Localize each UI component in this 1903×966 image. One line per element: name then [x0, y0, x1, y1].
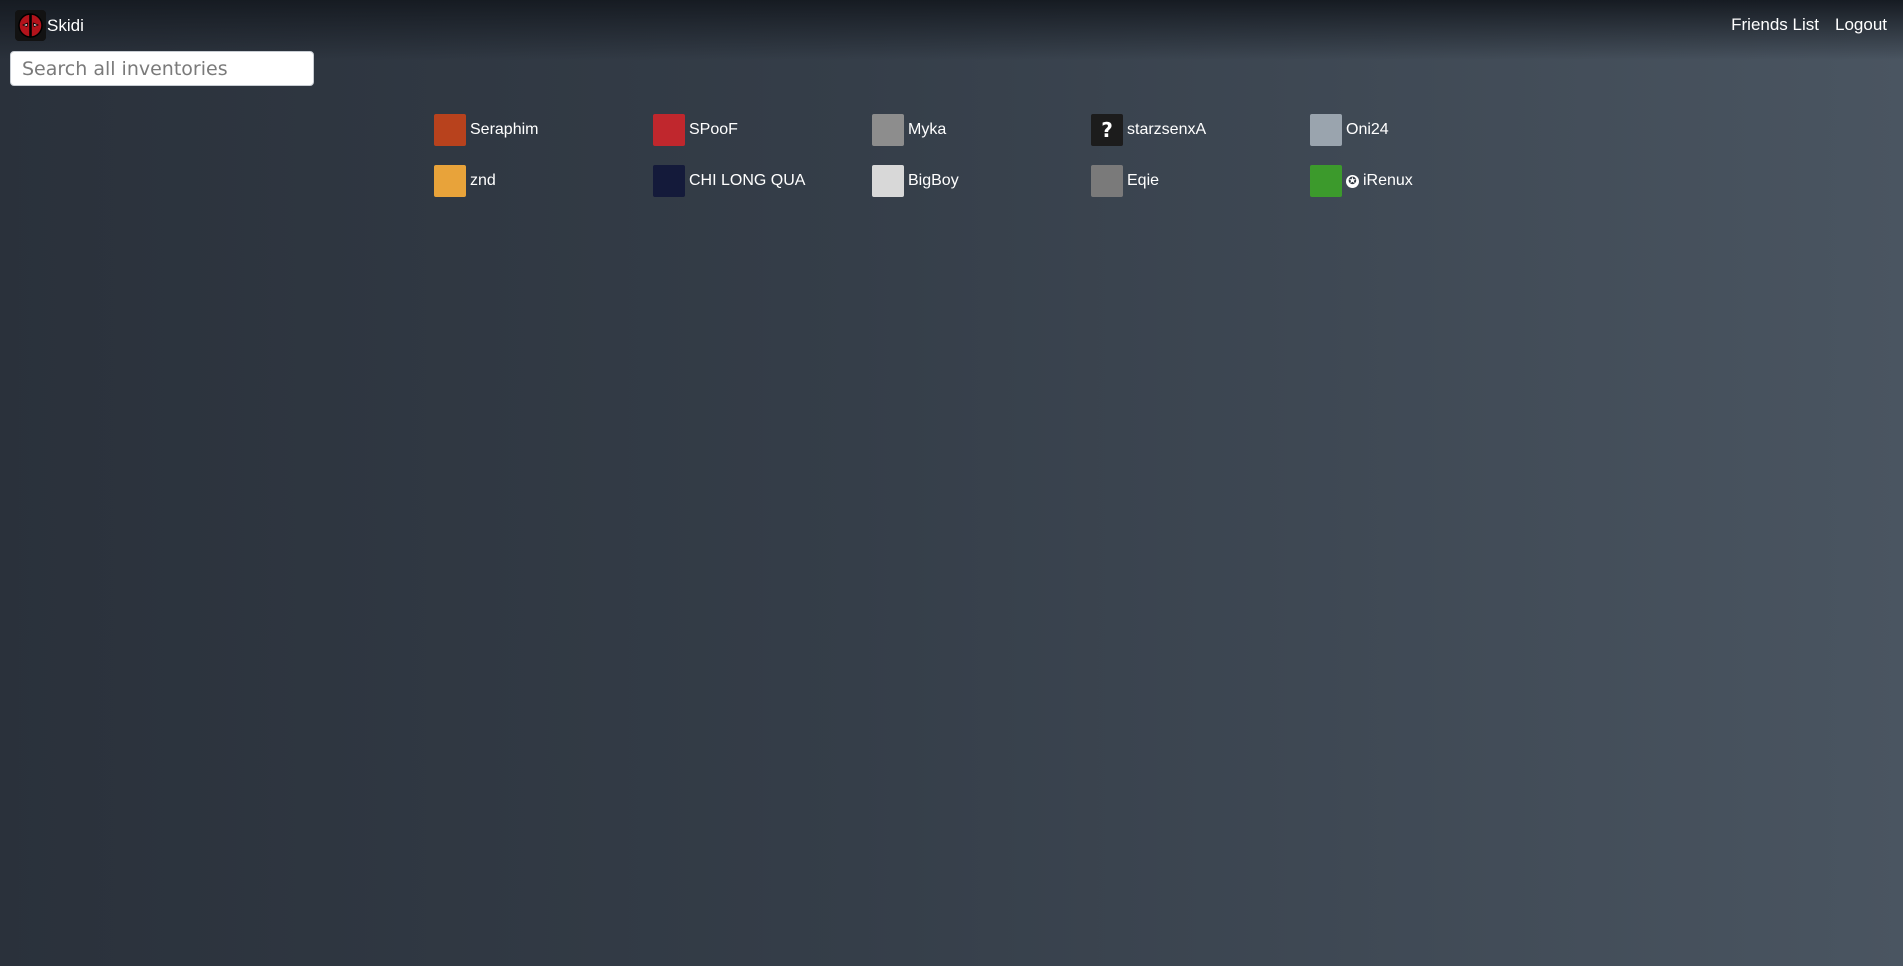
friend-item[interactable]: Eqie: [1091, 165, 1310, 197]
friend-name: Eqie: [1127, 172, 1160, 189]
friend-item[interactable]: CHI LONG QUA: [653, 165, 872, 197]
friends-list-link[interactable]: Friends List: [1731, 15, 1819, 35]
friend-name: iRenux: [1363, 172, 1413, 189]
friend-name: SPooF: [689, 121, 738, 138]
friend-avatar: [1310, 114, 1342, 146]
friend-name: CHI LONG QUA: [689, 172, 806, 189]
friend-item[interactable]: znd: [434, 165, 653, 197]
friend-item[interactable]: Myka: [872, 114, 1091, 146]
brand-name: Skidi: [47, 15, 84, 35]
question-mark-icon: ?: [1101, 118, 1113, 142]
friend-name: Seraphim: [470, 121, 539, 138]
top-navbar: Skidi Friends List Logout: [0, 0, 1903, 50]
search-inventories-input[interactable]: [10, 51, 314, 86]
friend-item[interactable]: Seraphim: [434, 114, 653, 146]
friend-name: znd: [470, 172, 496, 189]
friend-avatar: [434, 114, 466, 146]
brand-link[interactable]: Skidi: [15, 10, 84, 41]
friend-avatar: ?: [1091, 114, 1123, 146]
friend-name: Oni24: [1346, 121, 1389, 138]
friend-name: starzsenxA: [1127, 121, 1207, 138]
deadpool-logo-icon: [15, 10, 46, 41]
friend-item[interactable]: Oni24: [1310, 114, 1529, 146]
friend-item[interactable]: ✪ iRenux: [1310, 165, 1529, 197]
friend-avatar: [1091, 165, 1123, 197]
friend-avatar: [872, 165, 904, 197]
friend-item[interactable]: SPooF: [653, 114, 872, 146]
friend-avatar: [872, 114, 904, 146]
top-nav: Friends List Logout: [1731, 15, 1887, 35]
friend-name: Myka: [908, 121, 947, 138]
friend-item[interactable]: ? starzsenxA: [1091, 114, 1310, 146]
friend-avatar: [434, 165, 466, 197]
friend-item[interactable]: BigBoy: [872, 165, 1091, 197]
friend-avatar: [1310, 165, 1342, 197]
friends-grid: Seraphim SPooF Myka? starzsenxA Oni24 znd CHI …: [434, 114, 1534, 197]
friend-avatar: [653, 165, 685, 197]
friend-avatar: [653, 114, 685, 146]
logout-link[interactable]: Logout: [1835, 15, 1887, 35]
friend-name: BigBoy: [908, 172, 959, 189]
friend-badge-icon: ✪: [1346, 174, 1359, 188]
